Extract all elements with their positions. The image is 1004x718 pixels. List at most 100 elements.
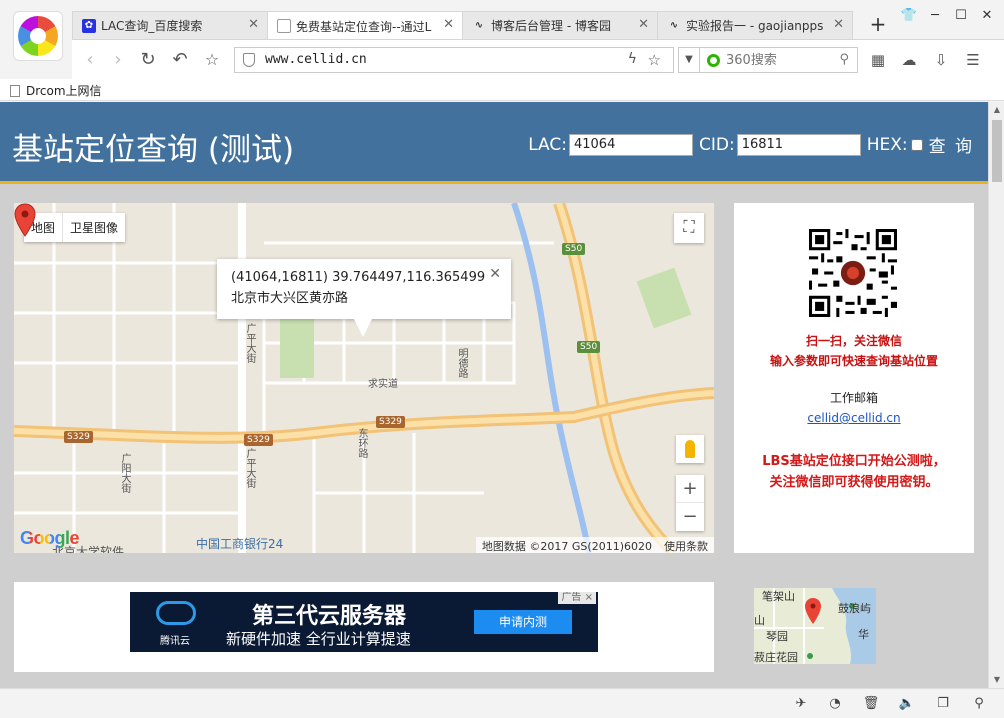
road-label: 广平大街 — [244, 448, 255, 488]
browser-chrome: ✿ LAC查询_百度搜索 ✕ 免费基站定位查询--通过L ✕ ∿ 博客后台管理 … — [0, 0, 1004, 102]
terms-link[interactable]: 使用条款 — [664, 540, 708, 553]
road-label: 广平大街 — [244, 323, 255, 363]
zoom-control: + − — [676, 475, 704, 531]
scan-line-2: 输入参数即可快速查询基站位置 — [769, 354, 938, 368]
undo-close-icon[interactable]: ↶ — [168, 48, 192, 72]
speed-icon[interactable]: ◔ — [826, 695, 844, 713]
ad-apply-button[interactable]: 申请内测 — [474, 610, 572, 634]
zoom-icon[interactable]: ⚲ — [970, 695, 988, 713]
map-marker-icon[interactable] — [14, 203, 36, 237]
url-text[interactable]: www.cellid.cn — [265, 52, 367, 67]
scroll-down-icon[interactable]: ▼ — [989, 672, 1004, 688]
tab-title: 实验报告一 - gaojianpps — [686, 19, 824, 33]
address-bar[interactable]: www.cellid.cn ϟ ☆ — [234, 47, 674, 73]
mini-map-label: 鼓浪屿 — [838, 602, 871, 615]
browser-logo-icon[interactable] — [13, 11, 63, 61]
trash-icon[interactable]: 🗑 — [862, 695, 880, 713]
scroll-up-icon[interactable]: ▲ — [989, 102, 1004, 118]
hex-checkbox[interactable] — [910, 138, 923, 151]
road-shield-s50: S50 — [562, 243, 586, 255]
map-canvas[interactable] — [14, 203, 714, 553]
google-map[interactable]: S50 S50 S329 S329 S329 广平大街 广平大街 广阳大街 东环… — [14, 203, 714, 553]
road-shield-s329: S329 — [244, 434, 273, 446]
tab-close-icon[interactable]: ✕ — [443, 18, 454, 32]
volume-icon[interactable]: 🔈 — [898, 695, 916, 713]
new-tab-button[interactable]: + — [866, 13, 890, 37]
tab-cellid[interactable]: 免费基站定位查询--通过L ✕ — [267, 11, 463, 40]
scroll-thumb[interactable] — [992, 120, 1002, 182]
street-view-pegman-icon[interactable] — [676, 435, 704, 463]
lac-input[interactable] — [568, 133, 693, 156]
hex-label: HEX: — [866, 134, 908, 155]
page-title: 基站定位查询 (测试) — [12, 132, 295, 168]
road-shield-s329: S329 — [64, 431, 93, 443]
window-icon[interactable]: ❐ — [934, 695, 952, 713]
scan-line-1: 扫一扫，关注微信 — [805, 334, 902, 348]
ad-title: 第三代云服务器 — [252, 604, 407, 629]
search-box[interactable]: ⚲ — [700, 47, 858, 73]
search-input[interactable] — [726, 51, 826, 69]
mini-map-label: 笔架山 — [762, 590, 795, 603]
lbs-line-1: LBS基站定位接口开始公测啦， — [762, 454, 946, 469]
navigation-bar: ‹ › ↻ ↶ ☆ www.cellid.cn ϟ ☆ ▼ ⚲ ▦ ☁ ⇩ ☰ — [72, 39, 1004, 79]
360-search-icon — [707, 54, 720, 67]
tab-cnblogs-admin[interactable]: ∿ 博客后台管理 - 博客园 ✕ — [462, 11, 658, 39]
tab-close-icon[interactable]: ✕ — [638, 18, 649, 32]
bookmark-drcom[interactable]: Drcom上网信 — [10, 82, 102, 99]
tab-close-icon[interactable]: ✕ — [248, 18, 259, 32]
map-type-satellite-button[interactable]: 卫星图像 — [63, 213, 125, 242]
page-icon — [10, 84, 20, 97]
tab-title: 免费基站定位查询--通过L — [296, 19, 432, 34]
shield-icon — [243, 53, 255, 67]
page-viewport: 基站定位查询 (测试) LAC: CID: HEX: 查 询 — [0, 102, 988, 688]
menu-icon[interactable]: ☰ — [962, 49, 984, 71]
close-window-icon[interactable]: ✕ — [976, 6, 998, 26]
tab-baidu-search[interactable]: ✿ LAC查询_百度搜索 ✕ — [72, 11, 268, 39]
wechat-scan-text: 扫一扫，关注微信 输入参数即可快速查询基站位置 — [734, 331, 974, 371]
favorite-icon[interactable]: ☆ — [200, 48, 224, 72]
tab-lab-report[interactable]: ∿ 实验报告一 - gaojianpps ✕ — [657, 11, 853, 39]
mini-map-label: 琴园 — [766, 630, 788, 643]
zoom-in-button[interactable]: + — [676, 475, 704, 503]
reload-icon[interactable]: ↻ — [136, 48, 160, 72]
mini-map-thumbnail[interactable]: 笔架山 鼓浪屿 山 华 琴园 菽庄花园 — [754, 588, 876, 664]
road-shield-s50: S50 — [577, 341, 601, 353]
mini-map-label: 菽庄花园 — [754, 651, 798, 664]
ad-close-tag[interactable]: 广告 × — [558, 592, 596, 604]
mini-map-label: 华 — [858, 628, 869, 641]
tab-bar: ✿ LAC查询_百度搜索 ✕ 免费基站定位查询--通过L ✕ ∿ 博客后台管理 … — [72, 11, 853, 40]
forward-icon[interactable]: › — [106, 48, 130, 72]
zoom-out-button[interactable]: − — [676, 503, 704, 531]
cid-label: CID: — [698, 134, 735, 155]
tab-close-icon[interactable]: ✕ — [833, 18, 844, 32]
map-data-credit: 地图数据 ©2017 GS(2011)6020 — [481, 540, 652, 553]
google-logo[interactable]: Google — [20, 528, 80, 549]
maximize-icon[interactable]: ☐ — [950, 6, 972, 26]
lightning-icon[interactable]: ϟ — [628, 51, 637, 67]
apps-icon[interactable]: ▦ — [867, 49, 889, 71]
bookmarks-bar: Drcom上网信 — [0, 79, 1004, 101]
star-icon[interactable]: ☆ — [648, 51, 661, 69]
query-button[interactable]: 查 询 — [929, 132, 974, 157]
tab-title: LAC查询_百度搜索 — [101, 19, 203, 33]
search-icon[interactable]: ⚲ — [839, 52, 849, 67]
ad-container: 腾讯云 第三代云服务器 新硬件加速 全行业计算提速 申请内测 广告 × — [14, 582, 714, 672]
pin-icon[interactable]: ✈ — [792, 695, 810, 713]
cid-input[interactable] — [736, 133, 861, 156]
tencent-cloud-ad[interactable]: 腾讯云 第三代云服务器 新硬件加速 全行业计算提速 申请内测 广告 × — [130, 592, 598, 652]
road-label: 东环路 — [356, 428, 367, 458]
road-label: 明德路 — [456, 348, 467, 378]
page-scrollbar[interactable]: ▲ ▼ — [988, 102, 1004, 688]
minimize-icon[interactable]: ─ — [924, 6, 946, 26]
email-link[interactable]: cellid@cellid.cn — [734, 411, 974, 425]
fullscreen-icon[interactable]: ⛶ — [674, 213, 704, 243]
tencent-cloud-logo-icon — [156, 601, 196, 625]
close-icon[interactable]: ✕ — [489, 264, 501, 285]
back-icon[interactable]: ‹ — [78, 48, 102, 72]
download-icon[interactable]: ⇩ — [930, 49, 952, 71]
cloud-icon[interactable]: ☁ — [898, 49, 920, 71]
address-dropdown-icon[interactable]: ▼ — [678, 47, 700, 73]
page-icon — [277, 19, 291, 33]
window-controls: 👕 ─ ☐ ✕ — [898, 6, 998, 26]
skin-icon[interactable]: 👕 — [898, 6, 920, 26]
